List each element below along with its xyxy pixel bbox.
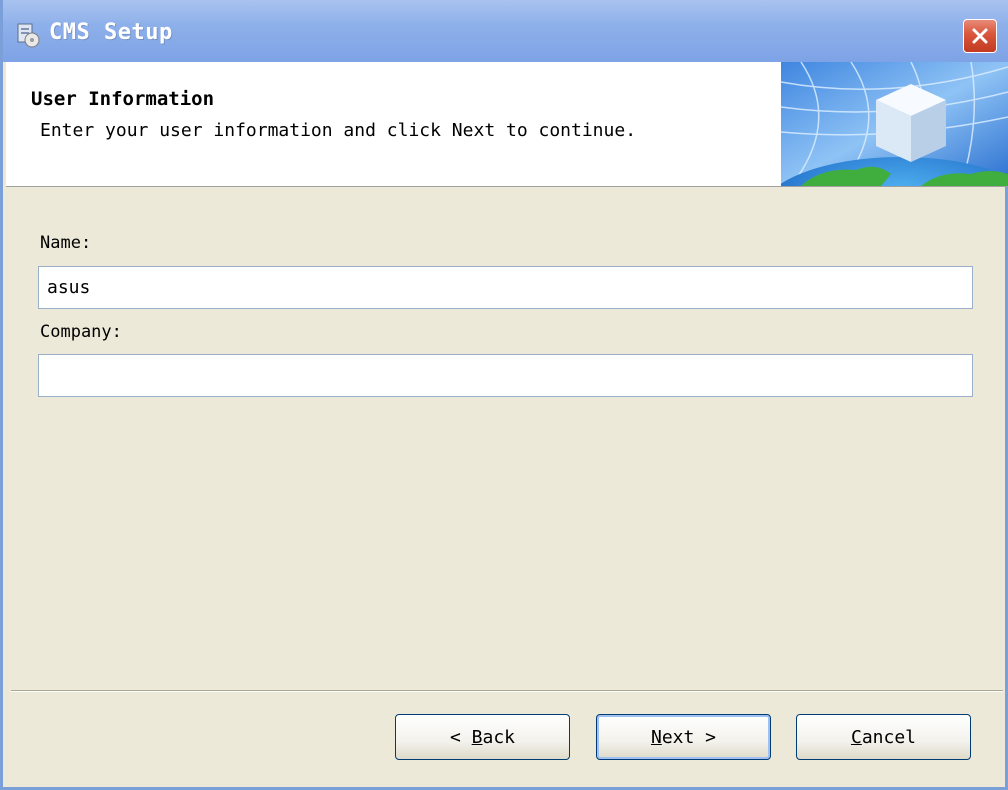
page-description: Enter your user information and click Ne… [40, 120, 637, 141]
cancel-label-rest: ancel [861, 726, 917, 748]
name-label: Name: [40, 233, 92, 253]
next-mnemonic: N [650, 726, 662, 748]
name-input[interactable] [38, 266, 973, 309]
company-input[interactable] [38, 354, 973, 397]
title-bar[interactable]: CMS Setup [3, 0, 1008, 62]
globe-cube-graphic [781, 62, 1008, 186]
close-icon [972, 28, 988, 44]
page-header: User Information Enter your user informa… [6, 62, 1008, 187]
next-suffix: > [694, 726, 717, 748]
next-button[interactable]: Next > [596, 714, 771, 760]
back-prefix: < [449, 726, 472, 748]
footer-divider [11, 690, 1003, 692]
page-title: User Information [31, 88, 215, 110]
cancel-mnemonic: C [850, 726, 862, 748]
back-button[interactable]: < Back [395, 714, 570, 760]
back-label-rest: ack [482, 726, 516, 748]
cancel-button[interactable]: Cancel [796, 714, 971, 760]
company-label: Company: [40, 322, 122, 342]
window-title: CMS Setup [49, 20, 173, 45]
back-mnemonic: B [471, 726, 483, 748]
close-button[interactable] [963, 19, 997, 53]
next-label-rest: ext [661, 726, 695, 748]
installer-icon [17, 23, 40, 48]
setup-window: CMS Setup User Information Enter your us… [0, 0, 1008, 790]
